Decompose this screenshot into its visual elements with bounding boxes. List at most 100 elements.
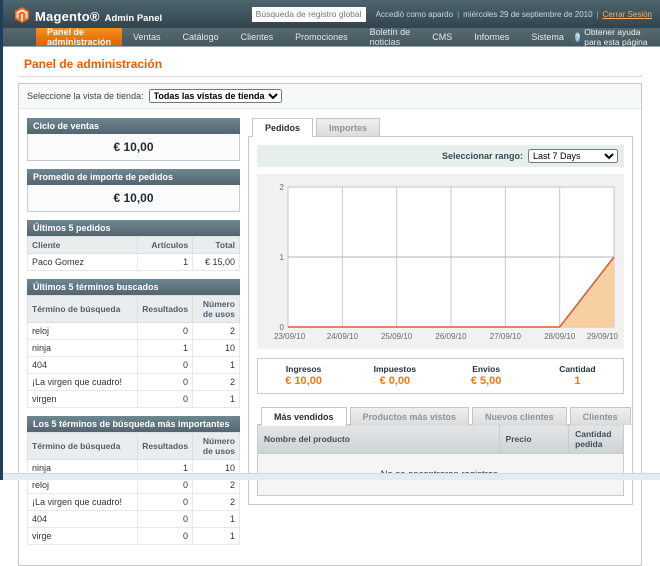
nav-item-newsletter[interactable]: Boletín de noticias xyxy=(359,28,422,46)
stat-tax-value: € 0,00 xyxy=(349,375,440,387)
stat-quantity: Cantidad 1 xyxy=(532,364,623,387)
window-bottom-edge xyxy=(0,473,660,480)
admin-header: Magento® Admin Panel Accedió como apardo… xyxy=(0,0,660,28)
column-header: Cantidad pedida xyxy=(569,425,624,454)
table-row: 40401 xyxy=(28,511,240,528)
top-search-terms-table: Término de búsquedaResultadosNúmero de u… xyxy=(27,432,240,545)
table-row: ninja110 xyxy=(28,340,240,357)
orders-chart: 01223/09/1024/09/1025/09/1026/09/1027/09… xyxy=(260,179,622,347)
average-orders-widget: Promedio de importe de pedidos € 10,00 xyxy=(27,169,240,212)
last-orders-title: Últimos 5 pedidos xyxy=(27,220,240,236)
page-help-label: Obtener ayuda para esta página xyxy=(584,27,650,47)
stat-shipping-value: € 5,00 xyxy=(441,375,532,387)
svg-text:23/09/10: 23/09/10 xyxy=(274,332,306,341)
column-header: Término de búsqueda xyxy=(28,433,138,460)
nav-item-system[interactable]: Sistema xyxy=(520,28,575,46)
svg-text:0: 0 xyxy=(279,323,284,332)
stat-revenue-value: € 10,00 xyxy=(258,375,349,387)
stat-quantity-value: 1 xyxy=(532,375,623,387)
nav-item-sales[interactable]: Ventas xyxy=(122,28,172,46)
lifetime-sales-widget: Ciclo de ventas € 10,00 xyxy=(27,118,240,161)
dashboard-container: Seleccione la vista de tienda: Todas las… xyxy=(18,83,642,566)
stat-shipping: Envíos € 5,00 xyxy=(441,364,532,387)
table-row: virge01 xyxy=(28,528,240,545)
stat-tax: Impuestos € 0,00 xyxy=(349,364,440,387)
svg-text:1: 1 xyxy=(279,253,284,262)
store-view-select[interactable]: Todas las vistas de tienda xyxy=(149,89,282,103)
help-icon: ? xyxy=(575,32,580,42)
svg-text:25/09/10: 25/09/10 xyxy=(381,332,413,341)
logout-link[interactable]: Cerrar Sesión xyxy=(603,10,652,19)
table-row: 40401 xyxy=(28,357,240,374)
nav-item-reports[interactable]: Informes xyxy=(463,28,520,46)
chart-panel: Seleccionar rango: Last 7 Days 01223/09/… xyxy=(248,136,633,505)
current-date-text: miércoles 29 de septiembre de 2010 xyxy=(463,10,592,19)
svg-text:28/09/10: 28/09/10 xyxy=(544,332,576,341)
content-area: Panel de administración Seleccione la vi… xyxy=(0,47,660,566)
tab-orders[interactable]: Pedidos xyxy=(252,118,313,137)
svg-text:27/09/10: 27/09/10 xyxy=(489,332,521,341)
svg-text:26/09/10: 26/09/10 xyxy=(435,332,467,341)
range-bar: Seleccionar rango: Last 7 Days xyxy=(257,145,624,167)
logged-in-as-text: Accedió como apardo xyxy=(376,10,453,19)
range-label: Seleccionar rango: xyxy=(442,151,523,161)
tab-new-customers[interactable]: Nuevos clientes xyxy=(472,407,567,425)
column-header: Total xyxy=(193,237,240,254)
nav-item-cms[interactable]: CMS xyxy=(421,28,463,46)
dashboard-left-column: Ciclo de ventas € 10,00 Promedio de impo… xyxy=(27,118,240,553)
page-help-link[interactable]: ? Obtener ayuda para esta página xyxy=(575,28,660,46)
lifetime-sales-title: Ciclo de ventas xyxy=(27,118,240,134)
column-header: Resultados xyxy=(138,433,193,460)
last-search-terms-widget: Últimos 5 términos buscados Término de b… xyxy=(27,279,240,408)
logo-text-primary: Magento® xyxy=(35,9,100,24)
range-select[interactable]: Last 7 Days xyxy=(528,149,618,163)
table-row: ¡La virgen que cuadro!02 xyxy=(28,374,240,391)
totals-row: Ingresos € 10,00 Impuestos € 0,00 Envíos… xyxy=(257,358,624,394)
last-orders-table: ClienteArtículosTotalPaco Gomez1€ 15,00 xyxy=(27,236,240,271)
grid-tabset: Más vendidos Productos más vistos Nuevos… xyxy=(261,407,624,425)
svg-text:24/09/10: 24/09/10 xyxy=(326,332,358,341)
average-orders-value: € 10,00 xyxy=(27,185,240,212)
last-orders-widget: Últimos 5 pedidos ClienteArtículosTotalP… xyxy=(27,220,240,271)
nav-item-customers[interactable]: Clientes xyxy=(230,28,285,46)
table-row: virgen01 xyxy=(28,391,240,408)
tab-amounts[interactable]: Importes xyxy=(316,118,380,136)
magento-logo: Magento® Admin Panel xyxy=(14,5,162,24)
dashboard-right-column: Pedidos Importes Seleccionar rango: Last… xyxy=(248,118,633,553)
orders-chart-container: 01223/09/1024/09/1025/09/1026/09/1027/09… xyxy=(257,174,624,349)
column-header: Resultados xyxy=(138,296,193,323)
store-view-label: Seleccione la vista de tienda: xyxy=(27,91,144,101)
top-search-terms-title: Los 5 términos de búsqueda más important… xyxy=(27,416,240,432)
nav-item-dashboard[interactable]: Panel de administración xyxy=(36,28,122,46)
title-divider xyxy=(18,76,642,77)
tab-bestsellers[interactable]: Más vendidos xyxy=(261,407,347,426)
column-header: Precio xyxy=(499,425,569,454)
stat-revenue-label: Ingresos xyxy=(258,364,349,374)
magento-logo-icon xyxy=(14,7,30,23)
nav-item-catalog[interactable]: Catálogo xyxy=(172,28,230,46)
stat-revenue: Ingresos € 10,00 xyxy=(258,364,349,387)
main-nav: Panel de administración Ventas Catálogo … xyxy=(0,28,660,47)
column-header: Término de búsqueda xyxy=(28,296,138,323)
page-title: Panel de administración xyxy=(24,57,642,71)
average-orders-title: Promedio de importe de pedidos xyxy=(27,169,240,185)
table-row: reloj02 xyxy=(28,323,240,340)
nav-item-promotions[interactable]: Promociones xyxy=(284,28,359,46)
tab-most-viewed[interactable]: Productos más vistos xyxy=(350,407,470,425)
last-search-terms-title: Últimos 5 términos buscados xyxy=(27,279,240,295)
global-search-input[interactable] xyxy=(252,7,366,22)
column-header: Número de usos xyxy=(193,296,240,323)
bestsellers-grid: Nombre del productoPrecioCantidad pedida… xyxy=(257,424,624,496)
column-header: Cliente xyxy=(28,237,138,254)
column-header: Número de usos xyxy=(193,433,240,460)
window-left-edge xyxy=(0,0,3,480)
lifetime-sales-value: € 10,00 xyxy=(27,134,240,161)
column-header: Nombre del producto xyxy=(258,425,500,454)
stat-quantity-label: Cantidad xyxy=(532,364,623,374)
last-search-terms-table: Término de búsquedaResultadosNúmero de u… xyxy=(27,295,240,408)
table-row: Paco Gomez1€ 15,00 xyxy=(28,254,240,271)
header-meta: Accedió como apardo|miércoles 29 de sept… xyxy=(376,10,652,19)
tab-customers[interactable]: Clientes xyxy=(570,407,631,425)
column-header: Artículos xyxy=(138,237,193,254)
stat-tax-label: Impuestos xyxy=(349,364,440,374)
